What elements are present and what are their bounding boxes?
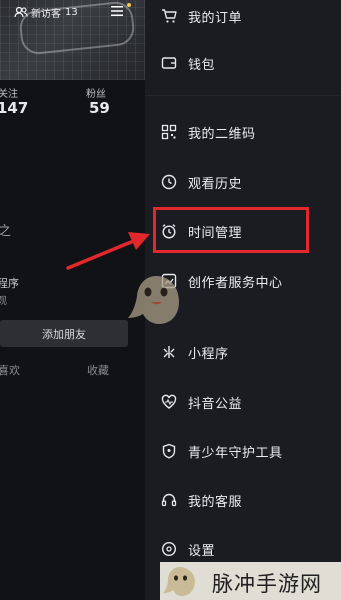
settings-icon: [161, 541, 177, 557]
menu-item-charity[interactable]: 抖音公益: [145, 386, 341, 418]
menu-item-orders[interactable]: 我的订单: [145, 0, 341, 32]
shield-icon: [162, 443, 176, 459]
menu-item-label: 设置: [188, 543, 216, 559]
visitors-icon[interactable]: [14, 6, 28, 18]
notification-dot: [127, 3, 131, 7]
add-friend-button[interactable]: 添加朋友: [0, 320, 128, 347]
menu-item-qr-code[interactable]: 我的二维码: [145, 116, 341, 148]
new-visitors-label[interactable]: 新访客: [31, 5, 61, 20]
mini-program-entry-subtitle: 观: [0, 296, 7, 307]
mascot-watermark-icon: [128, 276, 179, 324]
watermark-logo-icon: [163, 567, 195, 596]
follow-count[interactable]: 147: [0, 99, 28, 117]
charity-heart-icon: [161, 394, 177, 409]
menu-item-label: 我的二维码: [188, 126, 256, 142]
qr-code-icon: [161, 124, 177, 140]
mini-program-entry-title[interactable]: 程序: [0, 275, 19, 291]
menu-item-label: 我的订单: [188, 10, 243, 26]
profile-partial-text: 之: [0, 224, 12, 239]
site-watermark: 脉冲手游网: [160, 562, 341, 600]
menu-item-watch-history[interactable]: 观看历史: [145, 166, 341, 198]
headset-icon: [161, 493, 177, 507]
profile-topbar: 新访客 13: [0, 2, 145, 22]
menu-item-label: 青少年守护工具: [188, 445, 283, 461]
wallet-icon: [161, 57, 177, 69]
menu-item-mini-programs[interactable]: 小程序: [145, 336, 341, 368]
menu-item-youth-protection[interactable]: 青少年守护工具: [145, 435, 341, 467]
hamburger-menu-icon[interactable]: [110, 4, 124, 18]
tab-favorites[interactable]: 收藏: [87, 362, 109, 378]
mini-program-icon: [163, 346, 175, 358]
tab-likes[interactable]: 喜欢: [0, 362, 20, 378]
follow-label[interactable]: 关注: [0, 85, 18, 100]
menu-item-wallet[interactable]: 钱包: [145, 47, 341, 79]
menu-item-settings[interactable]: 设置: [145, 533, 341, 565]
fans-label[interactable]: 粉丝: [86, 85, 106, 100]
menu-item-label: 创作者服务中心: [188, 275, 283, 291]
annotation-arrow-icon: [66, 232, 150, 270]
fans-count[interactable]: 59: [89, 99, 110, 117]
cart-icon: [162, 9, 177, 23]
history-clock-icon: [161, 174, 177, 190]
profile-page-background: 新访客 13 关注 粉丝 147 59 之 程序 观 添加朋友 喜欢 收藏: [0, 0, 145, 600]
menu-item-label: 我的客服: [188, 494, 243, 510]
menu-item-label: 钱包: [188, 57, 216, 73]
menu-item-label: 小程序: [188, 346, 229, 362]
menu-divider: [145, 95, 341, 96]
new-visitors-count: 13: [65, 6, 78, 18]
menu-item-label: 观看历史: [188, 176, 243, 192]
menu-item-label: 抖音公益: [188, 396, 243, 412]
menu-item-customer-service[interactable]: 我的客服: [145, 484, 341, 516]
watermark-text: 脉冲手游网: [212, 572, 322, 596]
annotation-highlight-box: [153, 207, 309, 253]
